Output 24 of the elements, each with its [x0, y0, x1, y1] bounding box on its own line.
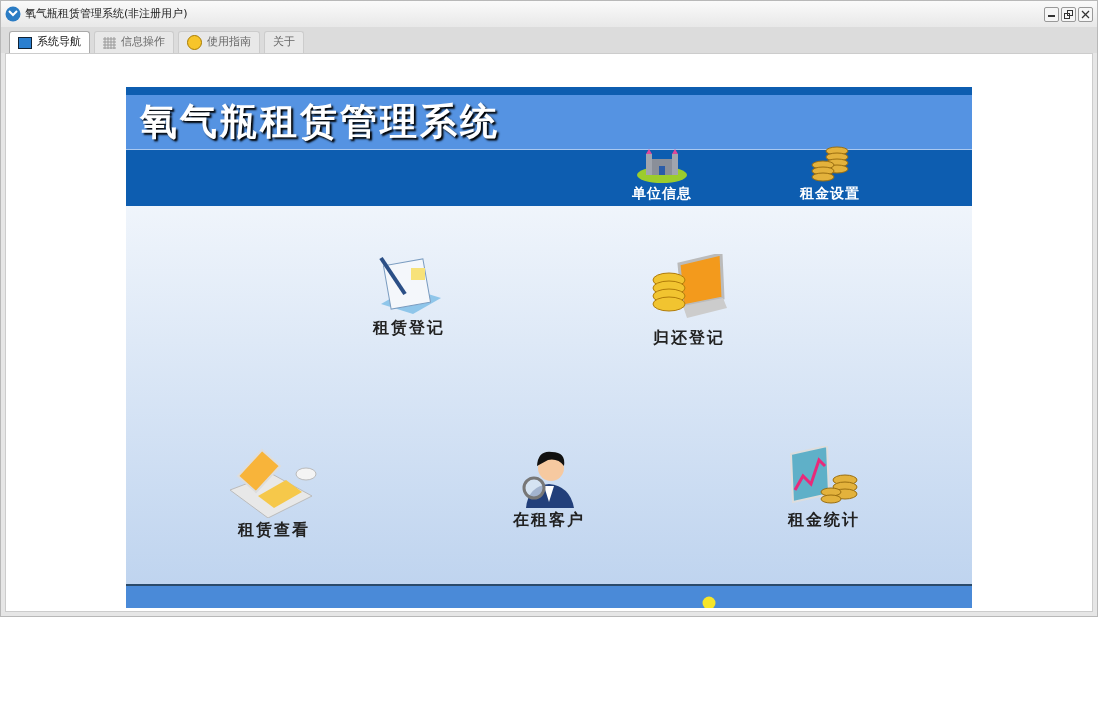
close-button[interactable]: [1078, 6, 1093, 22]
app-logo-icon: [5, 6, 21, 22]
monitor-icon: [18, 36, 32, 49]
tab[interactable]: 关于: [264, 31, 304, 53]
module-button[interactable]: 在租客户: [499, 446, 599, 542]
bulb-icon: [702, 596, 716, 608]
tab[interactable]: 信息操作: [94, 31, 174, 53]
tab[interactable]: 使用指南: [178, 31, 260, 53]
module-button[interactable]: 租赁登记: [364, 254, 454, 350]
castle-icon: [636, 149, 688, 183]
banner-title: 氧气瓶租赁管理系统: [140, 99, 500, 146]
window-title: 氧气瓶租赁管理系统(非注册用户): [25, 5, 188, 22]
minimize-button[interactable]: [1044, 6, 1059, 22]
close-icon: [1081, 9, 1090, 19]
tab[interactable]: 系统导航: [9, 31, 90, 53]
coins-icon: [810, 145, 850, 183]
toolbar-button[interactable]: 单位信息: [632, 149, 692, 204]
restore-icon: [1064, 9, 1073, 19]
restore-button[interactable]: [1061, 6, 1076, 22]
module-button[interactable]: 归还登记: [644, 254, 734, 350]
module-button[interactable]: 租赁查看: [224, 446, 324, 542]
grid-icon: [103, 36, 116, 49]
module-button[interactable]: 租金统计: [774, 446, 874, 542]
toolbar-button[interactable]: 租金设置: [800, 145, 860, 204]
